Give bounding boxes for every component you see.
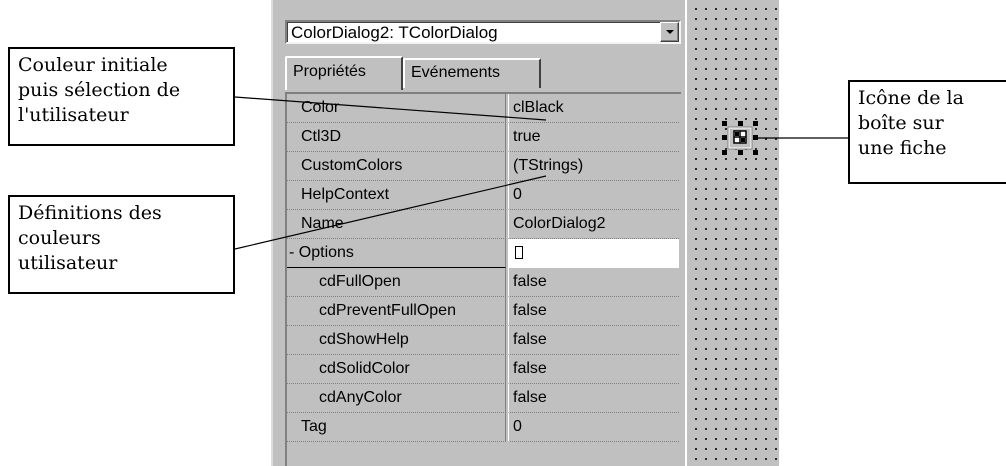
property-row-customcolors[interactable]: CustomColors (TStrings) — [287, 152, 679, 181]
property-name: CustomColors — [287, 152, 506, 181]
property-name: Color — [287, 94, 506, 123]
component-select[interactable]: ColorDialog2: TColorDialog — [285, 20, 681, 44]
property-name: cdPreventFullOpen — [287, 297, 506, 326]
callout-line: l'utilisateur — [18, 104, 129, 126]
property-name: Tag — [287, 413, 506, 442]
property-value[interactable]: ColorDialog2 — [508, 210, 679, 239]
property-grid: Color clBlack Ctl3D true CustomColors (T… — [285, 92, 681, 466]
property-value[interactable]: false — [508, 355, 679, 384]
empty-set-value — [515, 246, 523, 259]
property-name: Name — [287, 210, 506, 239]
callout-line: utilisateur — [18, 252, 118, 274]
callout-line: une fiche — [858, 137, 947, 159]
callout-line: puis sélection de — [18, 79, 181, 101]
property-name: cdSolidColor — [287, 355, 506, 384]
property-row-options[interactable]: - Options — [287, 239, 679, 268]
property-value[interactable]: false — [508, 297, 679, 326]
callout-line: Icône de la — [858, 87, 964, 109]
property-value[interactable]: clBlack — [508, 94, 679, 123]
property-row-cdpreventfullopen[interactable]: cdPreventFullOpen false — [287, 297, 679, 326]
property-name: cdFullOpen — [287, 268, 506, 297]
callout-line: Définitions des — [18, 202, 162, 224]
property-row-cdfullopen[interactable]: cdFullOpen false — [287, 268, 679, 297]
property-value[interactable]: 0 — [508, 181, 679, 210]
property-name: cdAnyColor — [287, 384, 506, 413]
property-value[interactable]: false — [508, 384, 679, 413]
property-value[interactable]: 0 — [508, 413, 679, 442]
property-name: cdShowHelp — [287, 326, 506, 355]
callout-line: boîte sur — [858, 112, 944, 134]
property-row-name[interactable]: Name ColorDialog2 — [287, 210, 679, 239]
callout-initial-color: Couleur initiale puis sélection de l'uti… — [8, 47, 235, 146]
tab-evenements[interactable]: Evénements — [403, 58, 541, 88]
property-value[interactable]: false — [508, 268, 679, 297]
property-name: Ctl3D — [287, 123, 506, 152]
property-row-helpcontext[interactable]: HelpContext 0 — [287, 181, 679, 210]
property-row-tag[interactable]: Tag 0 — [287, 413, 679, 442]
object-inspector: ColorDialog2: TColorDialog Evénements Pr… — [271, 0, 685, 466]
form-designer-grid[interactable] — [687, 0, 779, 466]
property-row-cdshowhelp[interactable]: cdShowHelp false — [287, 326, 679, 355]
property-row-cdsolidcolor[interactable]: cdSolidColor false — [287, 355, 679, 384]
color-dialog-component-icon[interactable] — [722, 121, 758, 155]
property-name: HelpContext — [287, 181, 506, 210]
chevron-down-icon[interactable] — [660, 22, 679, 42]
callout-line: Couleur initiale — [18, 54, 168, 76]
callout-form-icon: Icône de la boîte sur une fiche — [848, 80, 1006, 184]
inspector-tabs: Evénements Propriétés — [285, 56, 681, 90]
property-value[interactable]: (TStrings) — [508, 152, 679, 181]
property-name: - Options — [287, 239, 506, 268]
callout-custom-colors: Définitions des couleurs utilisateur — [8, 195, 235, 294]
component-select-value: ColorDialog2: TColorDialog — [291, 23, 498, 42]
tab-proprietes[interactable]: Propriétés — [285, 56, 403, 90]
property-value[interactable]: true — [508, 123, 679, 152]
property-value-options[interactable] — [508, 239, 679, 268]
property-value[interactable]: false — [508, 326, 679, 355]
property-row-cdanycolor[interactable]: cdAnyColor false — [287, 384, 679, 413]
property-row-color[interactable]: Color clBlack — [287, 94, 679, 123]
property-row-ctl3d[interactable]: Ctl3D true — [287, 123, 679, 152]
callout-line: couleurs — [18, 227, 101, 249]
